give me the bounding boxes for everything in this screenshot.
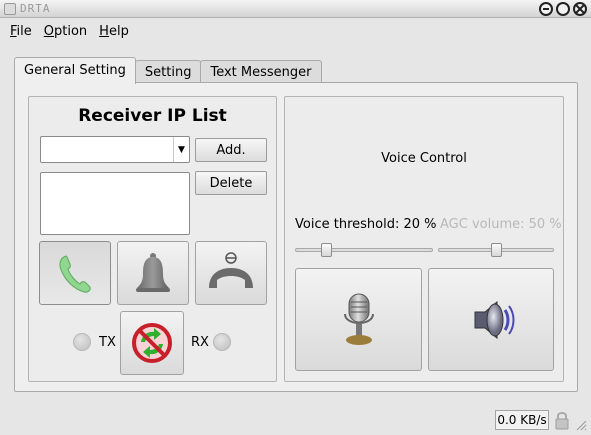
app-icon (4, 3, 16, 15)
delete-button[interactable]: Delete (195, 171, 267, 195)
menu-bar: File Option Help (0, 19, 591, 44)
voice-control-group: Voice Control Voice threshold: 20 % AGC … (284, 96, 564, 382)
lock-icon (555, 412, 569, 430)
menu-file[interactable]: File (4, 19, 38, 44)
maximize-icon[interactable] (556, 2, 570, 16)
dropdown-arrow-icon[interactable]: ▼ (173, 137, 189, 162)
agc-volume-slider[interactable] (438, 243, 554, 257)
window-controls (539, 2, 587, 16)
agc-volume-label: AGC volume: 50 % (440, 217, 562, 232)
microphone-icon (343, 293, 374, 345)
no-sync-icon (132, 323, 172, 363)
close-icon[interactable] (573, 2, 587, 16)
menu-help[interactable]: Help (93, 19, 135, 44)
transfer-rate-display: 0.0 KB/s (495, 410, 549, 430)
receiver-group: Receiver IP List ▼ Add. Delete TX RX (28, 96, 277, 382)
general-setting-panel: Receiver IP List ▼ Add. Delete TX RX Voi… (14, 82, 578, 392)
menu-option[interactable]: Option (38, 19, 93, 44)
speaker-button[interactable] (428, 268, 554, 371)
tab-setting[interactable]: Setting (134, 60, 202, 84)
speaker-icon (474, 300, 515, 339)
ring-button[interactable] (117, 241, 189, 305)
tab-text-messenger[interactable]: Text Messenger (200, 60, 322, 84)
call-button[interactable] (39, 241, 111, 305)
microphone-button[interactable] (295, 268, 422, 371)
rx-indicator-led (213, 333, 231, 351)
bell-icon (136, 253, 170, 292)
tab-bar: General Setting Setting Text Messenger (14, 57, 322, 84)
connect-toggle-button[interactable] (120, 311, 184, 375)
rx-label: RX (191, 335, 209, 350)
tab-general-setting[interactable]: General Setting (14, 57, 136, 84)
receiver-ip-list[interactable] (40, 172, 190, 235)
add-button[interactable]: Add. (195, 138, 267, 162)
voice-control-title: Voice Control (381, 151, 467, 166)
phone-call-icon (59, 255, 91, 293)
tx-label: TX (99, 335, 116, 350)
voice-threshold-label: Voice threshold: 20 % (295, 217, 437, 232)
receiver-list-title: Receiver IP List (78, 106, 227, 126)
voice-threshold-slider[interactable] (295, 243, 433, 257)
tx-indicator-led (73, 333, 91, 351)
hang-up-button[interactable] (195, 241, 267, 305)
minimize-icon[interactable] (539, 2, 553, 16)
hang-up-icon (209, 252, 253, 288)
agc-volume-slider-handle[interactable] (491, 243, 502, 257)
voice-threshold-slider-handle[interactable] (321, 243, 332, 257)
resize-grip-icon[interactable] (575, 419, 587, 431)
receiver-ip-combo[interactable]: ▼ (40, 136, 190, 163)
window-title: DRTA (20, 2, 51, 15)
window-titlebar: DRTA (0, 0, 591, 18)
